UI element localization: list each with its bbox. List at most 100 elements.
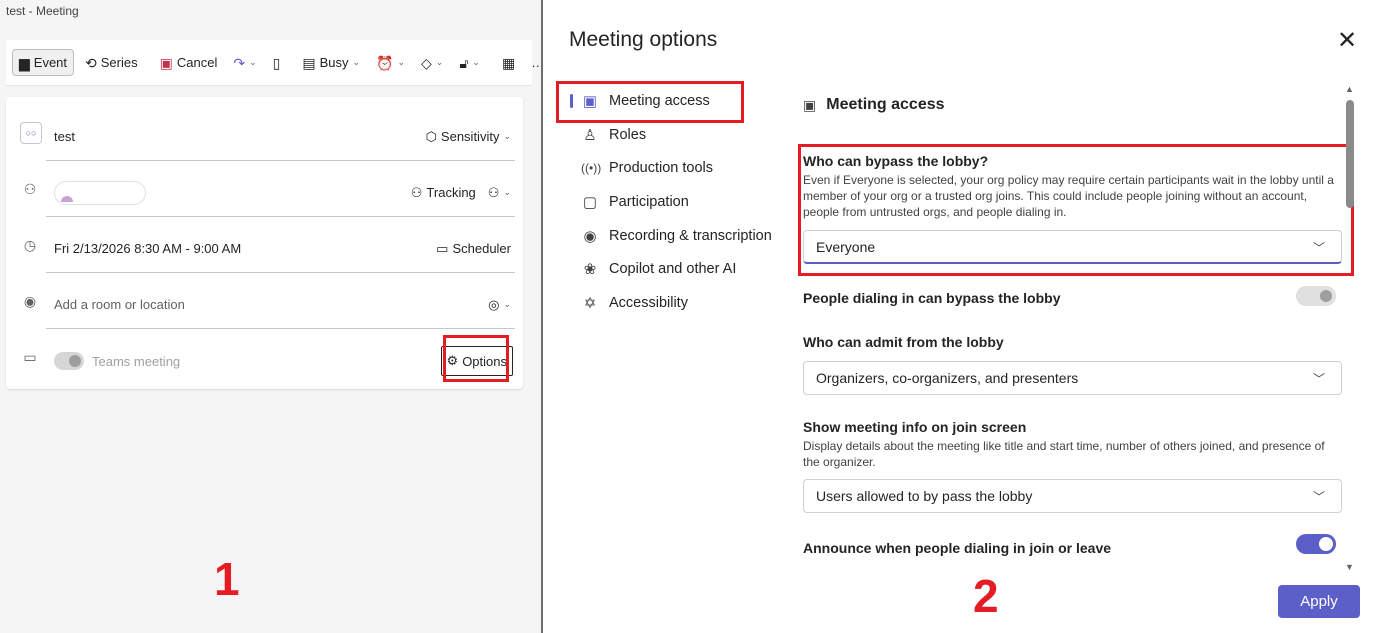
datetime-value: Fri 2/13/2026 8:30 AM - 9:00 AM (54, 241, 242, 256)
chevron-down-icon: ⌄ (503, 187, 511, 197)
chevron-down-icon: ⌄ (397, 57, 405, 67)
nav-item-copilot[interactable]: ❀ Copilot and other AI (569, 252, 789, 286)
series-label: Series (100, 55, 138, 70)
nav-item-production-tools[interactable]: ((•)) Production tools (569, 151, 789, 185)
options-button[interactable]: ⚙ Options (440, 346, 513, 376)
title-row: ○○ test ⬡ Sensitivity ⌄ (6, 105, 523, 161)
chevron-down-icon: ﹀ (1312, 372, 1325, 386)
scheduler-icon: ▭ (436, 240, 449, 256)
nav-item-meeting-access[interactable]: ▣ Meeting access (569, 84, 789, 118)
busy-status-button[interactable]: ▤ Busy ⌄ (297, 51, 365, 74)
announce-dialin-toggle[interactable] (1296, 534, 1336, 554)
bypass-lobby-dropdown[interactable]: Everyone ﹀ (803, 230, 1342, 264)
admit-lobby-dropdown[interactable]: Organizers, co-organizers, and presenter… (803, 361, 1342, 395)
categorize-button[interactable]: ◇ ⌄ (416, 52, 448, 74)
app-icon: ○○ (20, 122, 42, 144)
datetime-row: ◷ Fri 2/13/2026 8:30 AM - 9:00 AM ▭ Sche… (6, 217, 523, 273)
record-icon: ◉ (583, 227, 597, 245)
event-button[interactable]: ▆ Event (12, 49, 75, 76)
chevron-down-icon: ⌄ (503, 131, 511, 141)
nav-item-recording[interactable]: ◉ Recording & transcription (569, 219, 789, 253)
close-icon[interactable]: ✕ (1337, 26, 1357, 55)
attendee-options-icon: ⚇ (487, 184, 500, 200)
chevron-down-icon: ⌄ (435, 57, 444, 67)
join-screen-dropdown[interactable]: Users allowed to by pass the lobby ﹀ (803, 479, 1342, 513)
location-pin-icon: ◉ (23, 292, 37, 309)
calendar-icon: ▆ (19, 54, 30, 71)
chevron-down-icon: ﹀ (1312, 490, 1325, 504)
phone-icon: ▯ (272, 54, 281, 71)
location-field[interactable]: Add a room or location ◎ ⌄ (46, 281, 515, 329)
chevron-down-icon: ⌄ (249, 57, 257, 67)
chevron-down-icon: ⌄ (352, 57, 361, 67)
nav-item-roles[interactable]: ♙ Roles (569, 118, 789, 152)
forward-arrow-icon: ↷ (233, 54, 246, 71)
section-title: Meeting access (826, 96, 945, 113)
nav-label: Recording & transcription (609, 227, 772, 244)
content-scrollbar[interactable]: ▲ ▼ (1345, 84, 1355, 574)
meeting-form: ○○ test ⬡ Sensitivity ⌄ ⚇ ⚇ Tracking ⚇ ⌄… (6, 97, 523, 389)
event-label: Event (33, 55, 68, 70)
dialin-bypass-label: People dialing in can bypass the lobby (803, 290, 1061, 306)
room-search-icon: ◎ (488, 296, 500, 312)
tag-icon: ◇ (421, 54, 432, 71)
apps-button[interactable]: ▦ (497, 52, 520, 74)
bypass-lobby-description: Even if Everyone is selected, your org p… (803, 173, 1334, 219)
tracking-button[interactable]: ⚇ Tracking ⚇ ⌄ (411, 185, 515, 201)
gear-icon: ⚙ (446, 353, 459, 368)
nav-item-accessibility[interactable]: ✡ Accessibility (569, 286, 789, 320)
sensitivity-label: Sensitivity (440, 129, 500, 144)
attendee-chip[interactable] (54, 180, 146, 205)
person-card-icon: ▣ (803, 96, 817, 113)
forward-button[interactable]: ↷ ⌄ (228, 52, 261, 74)
device-button[interactable]: ▯ (268, 52, 286, 74)
shield-icon: ⬡ (425, 128, 437, 144)
reminder-button[interactable]: ⏰ ⌄ (371, 52, 410, 74)
scheduler-button[interactable]: ▭ Scheduler (436, 241, 515, 257)
dialog-title: Meeting options (569, 28, 718, 51)
broadcast-icon: ((•)) (581, 161, 602, 176)
admit-lobby-label: Who can admit from the lobby (803, 334, 1004, 350)
cancel-calendar-icon: ▣ (159, 54, 173, 71)
join-screen-label: Show meeting info on join screen (803, 419, 1027, 435)
lock-button[interactable]: 🔓︎ ⌄ (454, 52, 485, 74)
cancel-button[interactable]: ▣ Cancel (155, 51, 223, 74)
nav-item-participation[interactable]: ▢ Participation (569, 185, 789, 219)
options-nav: ▣ Meeting access ♙ Roles ((•)) Productio… (569, 84, 789, 320)
teams-field: Teams meeting ⚙ Options (46, 337, 515, 385)
bypass-lobby-value: Everyone (816, 238, 876, 255)
dialin-bypass-toggle[interactable] (1296, 286, 1336, 306)
sensitivity-button[interactable]: ⬡ Sensitivity ⌄ (426, 129, 515, 145)
options-label: Options (462, 353, 507, 369)
room-finder-button[interactable]: ◎ ⌄ (488, 297, 515, 313)
nav-label: Production tools (609, 160, 713, 177)
teams-meeting-toggle[interactable] (54, 352, 84, 370)
datetime-field[interactable]: Fri 2/13/2026 8:30 AM - 9:00 AM ▭ Schedu… (46, 225, 515, 273)
nav-label: Accessibility (609, 294, 688, 311)
status-icon: ▤ (302, 54, 316, 71)
people-icon: ⚇ (23, 180, 37, 197)
attendees-field[interactable]: ⚇ Tracking ⚇ ⌄ (46, 169, 515, 217)
clock-icon: ◷ (23, 236, 37, 253)
chevron-down-icon: ﹀ (1312, 241, 1325, 255)
scroll-down-icon[interactable]: ▼ (1345, 562, 1354, 572)
title-field[interactable]: test ⬡ Sensitivity ⌄ (46, 113, 515, 161)
people-tracking-icon: ⚇ (410, 184, 423, 200)
apply-button[interactable]: Apply (1278, 585, 1360, 618)
location-placeholder: Add a room or location (54, 297, 185, 312)
chevron-down-icon: ⌄ (503, 299, 511, 309)
location-row: ◉ Add a room or location ◎ ⌄ (6, 273, 523, 329)
scroll-thumb[interactable] (1346, 100, 1354, 208)
meeting-options-dialog: Meeting options ✕ ▣ Meeting access ♙ Rol… (543, 0, 1381, 633)
copilot-icon: ❀ (583, 261, 597, 279)
scheduler-label: Scheduler (452, 241, 511, 256)
accessibility-icon: ✡ (583, 294, 597, 312)
teams-row: ▭ Teams meeting ⚙ Options (6, 329, 523, 385)
series-button[interactable]: ⟲ Series (80, 51, 143, 74)
teams-meeting-label: Teams meeting (92, 353, 181, 369)
announce-dialin-label: Announce when people dialing in join or … (803, 540, 1112, 556)
scroll-up-icon[interactable]: ▲ (1345, 84, 1354, 94)
title-row-icon: ○○ (20, 122, 42, 144)
nav-label: Meeting access (609, 92, 710, 109)
meeting-toolbar: ▆ Event ⟲ Series ▣ Cancel ↷ ⌄ ▯ ▤ Busy ⌄… (6, 40, 544, 86)
